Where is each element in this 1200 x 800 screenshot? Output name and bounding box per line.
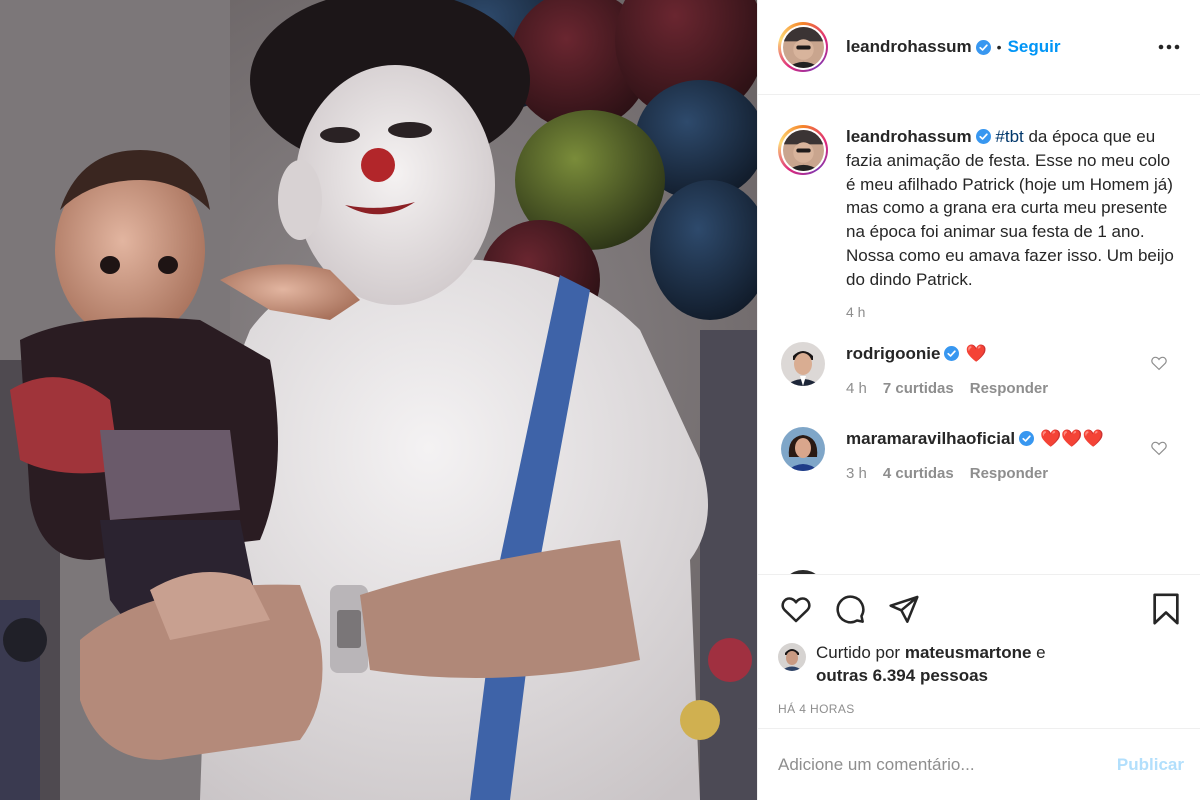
liker-avatar[interactable]: [778, 643, 806, 672]
publish-button[interactable]: Publicar: [1117, 755, 1184, 775]
instagram-post-view: leandrohassum • Seguir leandrohassum #tb…: [0, 0, 1200, 800]
caption-author-avatar: [782, 129, 824, 171]
verified-badge-icon: [975, 39, 991, 55]
comment-time: 4 h: [846, 379, 867, 397]
liked-by-user[interactable]: mateusmartone: [905, 643, 1032, 662]
reply-button[interactable]: Responder: [970, 380, 1048, 397]
comment-avatar[interactable]: [781, 426, 825, 471]
comment-username[interactable]: rodrigoonie: [846, 344, 940, 364]
verified-badge-icon: [975, 129, 991, 144]
follow-button[interactable]: Seguir: [1008, 37, 1061, 57]
more-options-icon[interactable]: [1156, 34, 1182, 60]
post-caption: leandrohassum #tbt da época que eu fazia…: [758, 95, 1200, 292]
comment-time: 3 h: [846, 464, 867, 482]
caption-text-block: leandrohassum #tbt da época que eu fazia…: [846, 125, 1176, 292]
comment-item: maramaravilhaoficial ❤️❤️❤️ 3 h 4 curtid…: [758, 426, 1200, 482]
share-paper-plane-icon[interactable]: [886, 591, 922, 627]
liked-by-and: e: [1031, 643, 1046, 663]
liked-by-prefix: Curtido por: [816, 643, 905, 663]
liked-by: Curtido por mateusmartone e outras 6.394 …: [758, 642, 1200, 688]
caption-body: da época que eu fazia animação de festa.…: [846, 127, 1174, 289]
reply-button[interactable]: Responder: [970, 465, 1048, 482]
comment-text: ❤️: [965, 343, 987, 363]
post-side-panel: leandrohassum • Seguir leandrohassum #tb…: [757, 0, 1200, 800]
caption-time: 4 h: [846, 303, 866, 320]
verified-badge-icon: [1019, 431, 1035, 447]
caption-avatar-ring[interactable]: [778, 125, 828, 175]
comment-item: rodrigoonie ❤️ 4 h 7 curtidas Responder: [758, 341, 1200, 397]
comment-input[interactable]: [778, 754, 1117, 775]
header-separator: •: [996, 39, 1002, 55]
post-header: leandrohassum • Seguir: [758, 0, 1200, 95]
comment-like-heart-icon[interactable]: [1150, 354, 1168, 372]
comment-avatar-partial: [781, 570, 825, 575]
author-username[interactable]: leandrohassum: [846, 37, 972, 57]
likes-count[interactable]: outras 6.394 pessoas: [816, 666, 988, 685]
comment-like-heart-icon[interactable]: [1150, 439, 1168, 457]
comments-scroll-area[interactable]: leandrohassum #tbt da época que eu fazia…: [758, 95, 1200, 575]
comment-username[interactable]: maramaravilhaoficial: [846, 429, 1015, 449]
caption-hashtag[interactable]: #tbt: [995, 127, 1023, 146]
author-avatar-ring[interactable]: [778, 22, 828, 72]
comment-likes[interactable]: 7 curtidas: [883, 380, 954, 397]
comment-text: ❤️❤️❤️: [1040, 428, 1104, 448]
caption-username[interactable]: leandrohassum: [846, 127, 972, 146]
add-comment-bar: Publicar: [758, 728, 1200, 800]
post-timestamp[interactable]: HÁ 4 HORAS: [758, 688, 1200, 728]
post-photo[interactable]: [0, 0, 757, 800]
verified-badge-icon: [944, 346, 960, 362]
post-photo-image: [0, 0, 757, 800]
comment-likes[interactable]: 4 curtidas: [883, 465, 954, 482]
comment-bubble-icon[interactable]: [832, 591, 868, 627]
comment-avatar[interactable]: [781, 341, 825, 386]
like-heart-icon[interactable]: [778, 591, 814, 627]
post-actions-bar: [758, 574, 1200, 642]
save-bookmark-icon[interactable]: [1148, 591, 1184, 627]
author-avatar: [782, 26, 824, 68]
